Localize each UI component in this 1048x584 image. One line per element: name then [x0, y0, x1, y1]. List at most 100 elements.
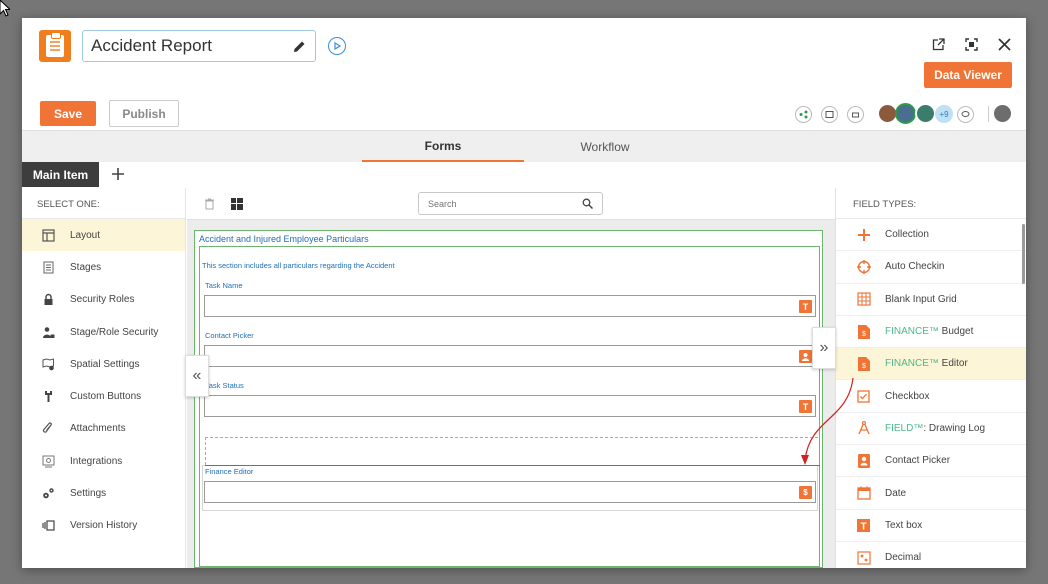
field-type-label: Contact Picker: [885, 455, 951, 467]
section-title: Accident and Injured Employee Particular…: [199, 234, 369, 244]
finance-editor-field[interactable]: $: [204, 481, 816, 503]
current-user-avatar[interactable]: [992, 103, 1013, 124]
field-types-scrollbar[interactable]: [1022, 224, 1025, 284]
field-search-box[interactable]: [418, 192, 603, 215]
svg-text:$: $: [862, 331, 866, 338]
field-type-finance-editor[interactable]: $ FINANCE™ Editor: [836, 348, 1026, 381]
pencil-icon[interactable]: [291, 38, 307, 54]
tab-workflow[interactable]: Workflow: [524, 131, 686, 163]
search-input[interactable]: [419, 193, 569, 214]
play-icon[interactable]: [328, 37, 346, 55]
version-history-icon: [41, 519, 55, 533]
sidebar-item-label: Stage/Role Security: [70, 326, 159, 338]
field-label-task-status: Task Status: [205, 381, 244, 390]
field-type-finance-budget[interactable]: $ FINANCE™ Budget: [836, 316, 1026, 349]
tab-forms[interactable]: Forms: [362, 131, 524, 163]
sidebar-item-label: Stages: [70, 261, 102, 273]
field-type-label: Budget: [938, 326, 974, 338]
integrations-icon: [41, 454, 55, 468]
sidebar-item-layout[interactable]: Layout: [22, 219, 185, 252]
fullscreen-icon[interactable]: [963, 36, 979, 52]
field-type-contact-picker[interactable]: Contact Picker: [836, 445, 1026, 478]
grid-view-icon[interactable]: [231, 197, 243, 215]
field-type-label: : Drawing Log: [923, 422, 986, 434]
sidebar-item-label: Custom Buttons: [70, 391, 142, 403]
finance-doc-icon: $: [856, 324, 871, 339]
sidebar-item-label: Settings: [70, 488, 107, 500]
editor-tab-bar: Forms Workflow: [22, 130, 1026, 163]
field-type-label: Checkbox: [885, 390, 930, 402]
collapse-left-panel-button[interactable]: «: [185, 355, 209, 397]
sidebar-item-custom-buttons[interactable]: Custom Buttons: [22, 380, 185, 412]
canvas-toolbar: [187, 188, 835, 220]
image-export-icon[interactable]: [821, 106, 838, 123]
select-one-heading: SELECT ONE:: [22, 188, 185, 219]
sidebar-item-stage-role-security[interactable]: Stage/Role Security: [22, 316, 185, 348]
item-tab-row: Main Item: [22, 162, 1026, 187]
add-item-plus-icon[interactable]: [108, 164, 128, 184]
sidebar-item-label: Security Roles: [70, 294, 135, 306]
main-item-tab[interactable]: Main Item: [22, 162, 99, 187]
task-name-field[interactable]: T: [204, 295, 816, 317]
map-gear-icon: [41, 357, 55, 371]
collapse-right-panel-button[interactable]: »: [812, 327, 836, 369]
save-button[interactable]: Save: [40, 101, 96, 126]
publish-button[interactable]: Publish: [109, 100, 179, 127]
field-type-text-box[interactable]: T Text box: [836, 510, 1026, 542]
sidebar-item-version-history[interactable]: Version History: [22, 510, 185, 542]
field-type-date[interactable]: Date: [836, 477, 1026, 510]
grid-icon: [856, 292, 871, 307]
gears-icon: [41, 487, 55, 501]
sidebar-item-settings[interactable]: Settings: [22, 477, 185, 509]
field-type-label: Collection: [885, 229, 929, 241]
drop-placeholder: [205, 437, 818, 465]
svg-text:$: $: [862, 363, 866, 370]
sidebar-item-security-roles[interactable]: Security Roles: [22, 284, 185, 316]
chat-icon[interactable]: [957, 106, 974, 123]
avatar[interactable]: [915, 103, 936, 124]
divider: [988, 106, 989, 122]
more-collaborators-badge[interactable]: +9: [935, 105, 953, 123]
brand-label: FINANCE™: [885, 358, 939, 370]
field-label-finance-editor: Finance Editor: [205, 467, 254, 476]
sidebar-item-label: Spatial Settings: [70, 358, 140, 370]
field-type-label: Auto Checkin: [885, 261, 945, 273]
sidebar-item-spatial-settings[interactable]: Spatial Settings: [22, 348, 185, 380]
field-type-label: Text box: [885, 519, 923, 531]
field-type-blank-input-grid[interactable]: Blank Input Grid: [836, 284, 1026, 316]
crosshair-icon: [856, 259, 871, 274]
data-viewer-button[interactable]: Data Viewer: [924, 62, 1012, 88]
decimal-icon: [856, 550, 871, 565]
drop-indicator: [205, 465, 820, 466]
mouse-cursor-icon: [0, 0, 10, 17]
avatar[interactable]: [895, 103, 916, 124]
sidebar-item-integrations[interactable]: Integrations: [22, 445, 185, 477]
field-types-heading: FIELD TYPES:: [836, 188, 1026, 219]
report-title-field[interactable]: Accident Report: [82, 30, 316, 62]
field-label-contact-picker: Contact Picker: [205, 331, 254, 340]
print-icon[interactable]: [847, 106, 864, 123]
field-type-auto-checkin[interactable]: Auto Checkin: [836, 251, 1026, 284]
field-types-panel: FIELD TYPES: Collection Auto Checkin Bla…: [835, 188, 1026, 568]
sidebar-item-stages[interactable]: Stages: [22, 251, 185, 283]
field-type-label: Blank Input Grid: [885, 293, 957, 305]
form-section[interactable]: Accident and Injured Employee Particular…: [194, 230, 823, 568]
sidebar-item-attachments[interactable]: Attachments: [22, 413, 185, 445]
share-icon[interactable]: [795, 106, 812, 123]
search-icon[interactable]: [582, 198, 593, 209]
user-lock-icon: [41, 325, 55, 339]
field-type-decimal[interactable]: Decimal: [836, 542, 1026, 568]
field-type-checkbox[interactable]: Checkbox: [836, 380, 1026, 413]
finance-doc-icon: $: [856, 356, 871, 371]
close-icon[interactable]: [996, 36, 1012, 52]
form-canvas: Accident and Injured Employee Particular…: [187, 188, 835, 568]
field-type-drawing-log[interactable]: FIELD™: Drawing Log: [836, 413, 1026, 446]
lock-icon: [41, 293, 55, 307]
sidebar-item-label: Integrations: [70, 455, 123, 467]
text-field-icon: T: [799, 400, 812, 413]
field-type-collection[interactable]: Collection: [836, 219, 1026, 252]
open-external-icon[interactable]: [930, 36, 946, 52]
trash-icon[interactable]: [205, 197, 214, 215]
task-status-field[interactable]: T: [204, 395, 816, 417]
contact-picker-field[interactable]: [204, 345, 816, 367]
